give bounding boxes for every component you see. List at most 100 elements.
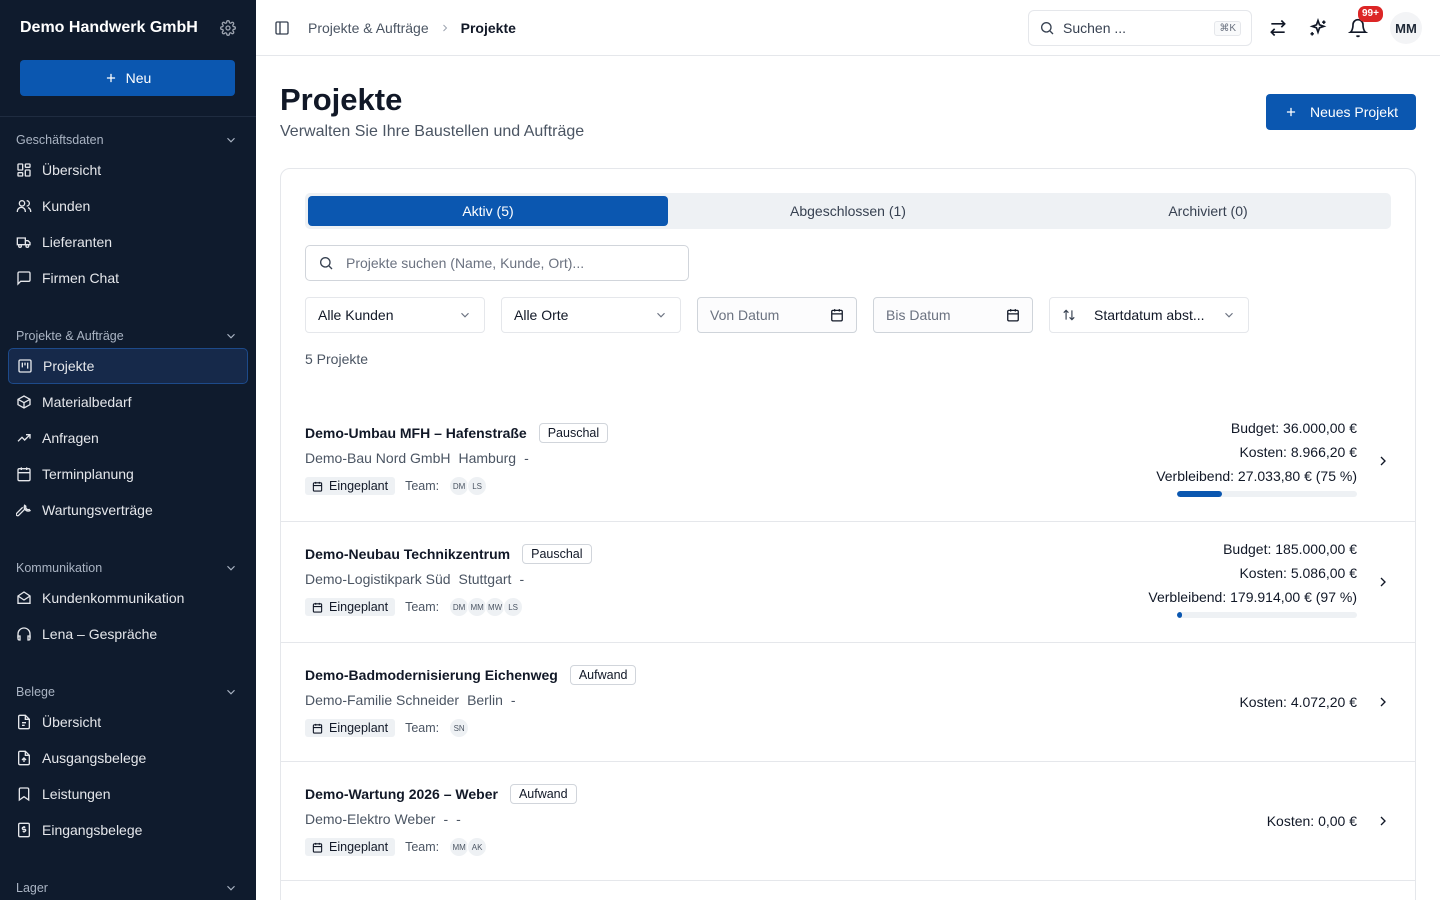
sort-icon [1063,309,1075,321]
sidebar-section-title[interactable]: Belege [0,680,256,704]
new-button[interactable]: Neu [20,60,235,96]
sidebar-item-kundenkommunikation[interactable]: Kundenkommunikation [8,580,248,616]
sidebar-section-title[interactable]: Projekte & Aufträge [0,324,256,348]
sidebar-item-anfragen[interactable]: Anfragen [8,420,248,456]
status-badge: Eingeplant [305,838,396,856]
avatar: DM [449,476,470,496]
package-icon [17,395,31,409]
user-avatar[interactable]: MM [1390,12,1422,44]
project-budget: Budget: 36.000,00 € [1230,420,1357,436]
chevron-down-icon [227,333,235,339]
avatar: SN [449,718,470,738]
project-customer: Demo-Familie Schneider [305,692,460,708]
breadcrumb-item[interactable]: Projekte & Aufträge [308,20,429,36]
place-filter-select[interactable]: Alle Orte [501,297,681,333]
file-out-icon [18,750,30,766]
project-meta: Demo-Bau Nord GmbH Hamburg - [305,450,529,466]
project-title-line: Demo-Badmodernisierung Eichenweg Aufwand [305,665,637,685]
project-search-input[interactable]: Projekte suchen (Name, Kunde, Ort)... [305,245,689,281]
breadcrumb: Projekte & Aufträge Projekte [308,20,516,36]
sidebar-toggle-icon[interactable] [274,20,290,36]
gear-icon[interactable] [220,20,236,36]
topbar: Projekte & Aufträge Projekte Suchen ... … [256,0,1440,56]
sidebar-item-wartungsvertraege[interactable]: Wartungsverträge [8,492,248,528]
project-search-placeholder: Projekte suchen (Name, Kunde, Ort)... [346,255,585,271]
project-costs: Kosten: 5.086,00 € [1239,565,1357,581]
sidebar-item-kunden[interactable]: Kunden [8,188,248,224]
status-badge: Eingeplant [305,598,396,616]
sidebar-section-title[interactable]: Geschäftsdaten [0,128,256,152]
sidebar-section-title[interactable]: Lager [0,876,256,900]
from-date-input[interactable]: Von Datum [697,297,857,333]
sidebar-item-uebersicht[interactable]: Übersicht [8,152,248,188]
table-row[interactable]: Demo-Badmodernisierung Eichenweg Aufwand… [281,643,1415,762]
sidebar-item-leistungen[interactable]: Leistungen [8,776,248,812]
team-label: Team: [405,600,440,614]
switch-icon[interactable] [1268,18,1288,38]
project-name[interactable]: Demo-Neubau Technikzentrum [305,546,510,562]
sidebar-item-terminplanung[interactable]: Terminplanung [8,456,248,492]
global-search[interactable]: Suchen ... ⌘K [1028,10,1252,46]
budget-progress-fill [1177,491,1222,497]
table-row[interactable]: Demo-Umbau MFH – Hafenstraße Pauschal De… [281,401,1415,522]
project-status-line: Eingeplant Team: MM AK [305,837,488,857]
sidebar: Demo Handwerk GmbH Neu Geschäftsdaten Üb… [0,0,256,900]
projects-card: Aktiv (5) Abgeschlossen (1) Archiviert (… [280,168,1416,900]
project-type-badge: Pauschal [522,544,592,564]
sidebar-item-firmen-chat[interactable]: Firmen Chat [8,260,248,296]
customer-filter-select[interactable]: Alle Kunden [305,297,485,333]
project-name[interactable]: Demo-Wartung 2026 – Weber [305,786,498,802]
project-name[interactable]: Demo-Umbau MFH – Hafenstraße [305,425,527,441]
file-icon [18,714,30,730]
plus-icon [106,73,115,83]
project-title-line: Demo-Wartung 2026 – Weber Aufwand [305,784,577,804]
sidebar-section-title[interactable]: Kommunikation [0,556,256,580]
sidebar-item-ausgangsbelege[interactable]: Ausgangsbelege [8,740,248,776]
chevron-right-icon[interactable] [1375,813,1391,829]
sidebar-item-lieferanten[interactable]: Lieferanten [8,224,248,260]
sidebar-item-materialbedarf[interactable]: Materialbedarf [8,384,248,420]
new-button-label: Neu [125,70,152,86]
chevron-right-icon[interactable] [1375,694,1391,710]
bookmark-icon [18,787,30,802]
project-count: 5 Projekte [305,351,369,367]
team-avatars: MM AK [449,837,488,857]
project-city: Stuttgart [458,571,512,587]
calendar-icon [1007,309,1019,322]
table-row[interactable]: Demo-Neubau Technikzentrum Pauschal Demo… [281,522,1415,643]
chevron-right-icon[interactable] [1375,574,1391,590]
to-date-input[interactable]: Bis Datum [873,297,1033,333]
tab-archiviert[interactable]: Archiviert (0) [1028,196,1388,226]
project-finance: Budget: 36.000,00 € Kosten: 8.966,20 € V… [1156,416,1357,497]
team-avatars: DM MM MW LS [449,597,524,617]
chevron-right-icon[interactable] [1375,453,1391,469]
project-type-badge: Aufwand [509,784,577,804]
search-icon [320,257,333,270]
sidebar-section-projekte: Projekte & Aufträge Projekte Materialbed… [0,324,256,528]
sidebar-section-lager: Lager [0,876,256,900]
company-name[interactable]: Demo Handwerk GmbH [20,19,198,37]
project-extra: - [510,692,516,708]
sidebar-header: Demo Handwerk GmbH [0,0,256,56]
receipt-icon [18,822,30,838]
project-city: Hamburg [458,450,517,466]
tab-abgeschlossen[interactable]: Abgeschlossen (1) [668,196,1028,226]
sidebar-item-projekte[interactable]: Projekte [8,348,248,384]
sidebar-item-eingangsbelege[interactable]: Eingangsbelege [8,812,248,848]
sidebar-item-lena-gespraeche[interactable]: Lena – Gespräche [8,616,248,652]
tab-aktiv[interactable]: Aktiv (5) [308,196,668,226]
project-name[interactable]: Demo-Badmodernisierung Eichenweg [305,667,558,683]
sidebar-item-belege-uebersicht[interactable]: Übersicht [8,704,248,740]
notification-badge: 99+ [1358,6,1383,22]
plus-icon [1286,107,1296,117]
calendar-icon [312,481,323,492]
chevron-down-icon [461,312,469,318]
table-row[interactable]: Demo-Wartung 2026 – Weber Aufwand Demo-E… [281,762,1415,881]
sort-select[interactable]: Startdatum abst... [1049,297,1249,333]
team-label: Team: [405,840,440,854]
chevron-down-icon [227,565,235,571]
project-remaining: Verbleibend: 27.033,80 € (75 %) [1156,468,1357,484]
sparkles-icon[interactable] [1308,18,1328,38]
new-project-button[interactable]: Neues Projekt [1266,94,1416,130]
users-icon [16,200,32,212]
